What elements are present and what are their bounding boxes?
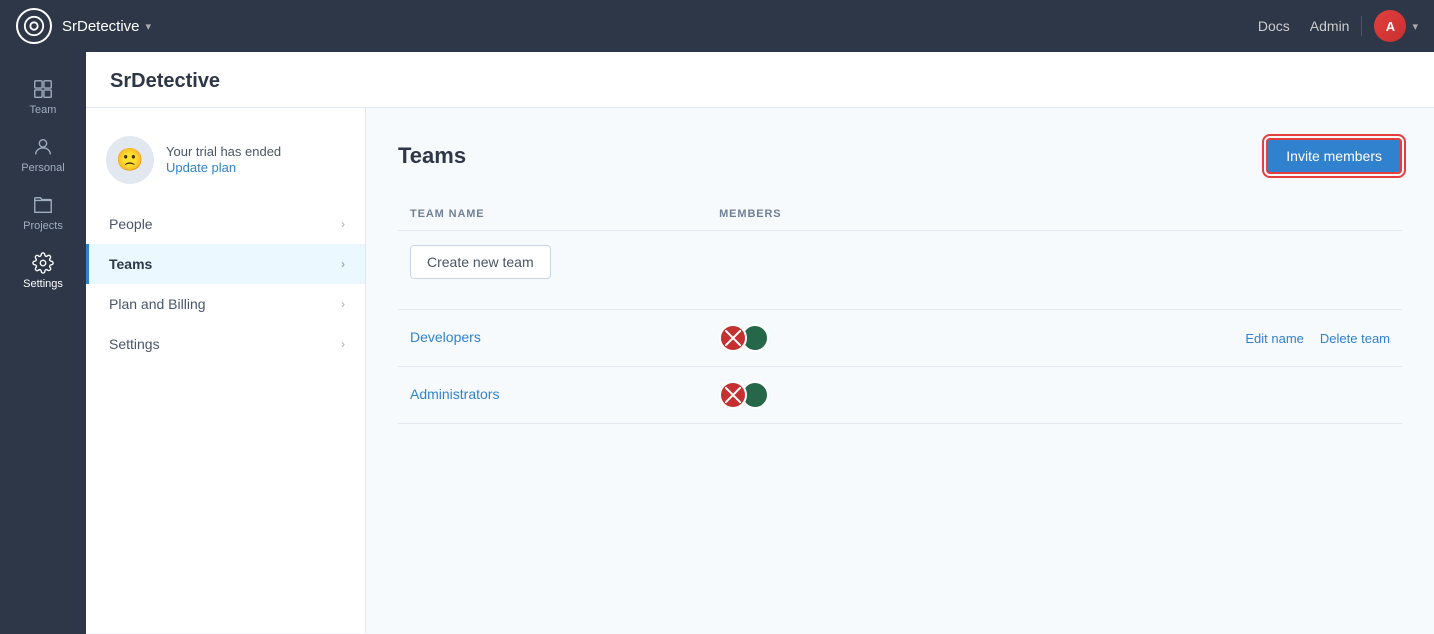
- administrators-members-avatars: [719, 381, 930, 409]
- table-row: Administrators: [398, 367, 1402, 424]
- col-team-name: TEAM NAME: [398, 198, 707, 231]
- brand-chevron[interactable]: ▾: [146, 20, 152, 33]
- sidebar: Team Personal Projects Settings: [0, 52, 86, 634]
- topbar-divider: [1361, 16, 1362, 36]
- delete-team-link[interactable]: Delete team: [1320, 331, 1390, 346]
- teams-table: TEAM NAME MEMBERS Create new team: [398, 198, 1402, 424]
- team-developers-link[interactable]: Developers: [410, 329, 481, 345]
- settings-layout: 🙁 Your trial has ended Update plan Peopl…: [86, 108, 1434, 633]
- table-row: Developers: [398, 310, 1402, 367]
- teams-title: Teams: [398, 143, 466, 169]
- edit-name-link[interactable]: Edit name: [1245, 331, 1304, 346]
- page-header: SrDetective: [86, 52, 1434, 108]
- content-header: Teams Invite members: [398, 138, 1402, 174]
- teams-content: Teams Invite members TEAM NAME MEMBERS: [366, 108, 1434, 633]
- sidebar-item-projects[interactable]: Projects: [0, 184, 86, 242]
- settings-nav-teams[interactable]: Teams ›: [86, 244, 365, 284]
- main-content: SrDetective 🙁 Your trial has ended Updat…: [86, 52, 1434, 634]
- sidebar-item-team[interactable]: Team: [0, 68, 86, 126]
- page-title: SrDetective: [110, 70, 220, 92]
- invite-members-button[interactable]: Invite members: [1266, 138, 1402, 174]
- developers-actions: Edit name Delete team: [955, 331, 1390, 346]
- create-team-row: Create new team: [398, 231, 1402, 310]
- brand-name: SrDetective: [62, 18, 140, 35]
- admin-link[interactable]: Admin: [1310, 18, 1350, 34]
- sidebar-item-projects-label: Projects: [23, 220, 63, 232]
- settings-nav-settings[interactable]: Settings ›: [86, 324, 365, 364]
- main-layout: Team Personal Projects Settings: [0, 52, 1434, 634]
- docs-link[interactable]: Docs: [1258, 18, 1290, 34]
- team-administrators-link[interactable]: Administrators: [410, 386, 499, 402]
- trial-message: Your trial has ended: [166, 144, 281, 159]
- settings-nav-plan-billing[interactable]: Plan and Billing ›: [86, 284, 365, 324]
- chevron-right-icon: ›: [341, 217, 345, 231]
- avatar-chevron[interactable]: ▾: [1412, 20, 1418, 33]
- settings-nav-people[interactable]: People ›: [86, 204, 365, 244]
- sidebar-item-settings[interactable]: Settings: [0, 242, 86, 300]
- chevron-right-icon: ›: [341, 297, 345, 311]
- member-avatar-1: [719, 324, 747, 352]
- col-members: MEMBERS: [707, 198, 942, 231]
- topbar: SrDetective ▾ Docs Admin A ▾: [0, 0, 1434, 52]
- update-plan-link[interactable]: Update plan: [166, 160, 236, 175]
- sidebar-item-team-label: Team: [30, 104, 57, 116]
- create-new-team-button[interactable]: Create new team: [410, 245, 551, 279]
- chevron-right-icon: ›: [341, 257, 345, 271]
- settings-sidebar: 🙁 Your trial has ended Update plan Peopl…: [86, 108, 366, 633]
- member-avatar-3: [719, 381, 747, 409]
- app-logo: [16, 8, 52, 44]
- developers-members-avatars: [719, 324, 930, 352]
- trial-face-icon: 🙁: [106, 136, 154, 184]
- chevron-right-icon: ›: [341, 337, 345, 351]
- trial-box: 🙁 Your trial has ended Update plan: [86, 124, 365, 204]
- sidebar-item-personal-label: Personal: [21, 162, 64, 174]
- sidebar-item-settings-label: Settings: [23, 278, 63, 290]
- avatar: A: [1374, 10, 1406, 42]
- sidebar-item-personal[interactable]: Personal: [0, 126, 86, 184]
